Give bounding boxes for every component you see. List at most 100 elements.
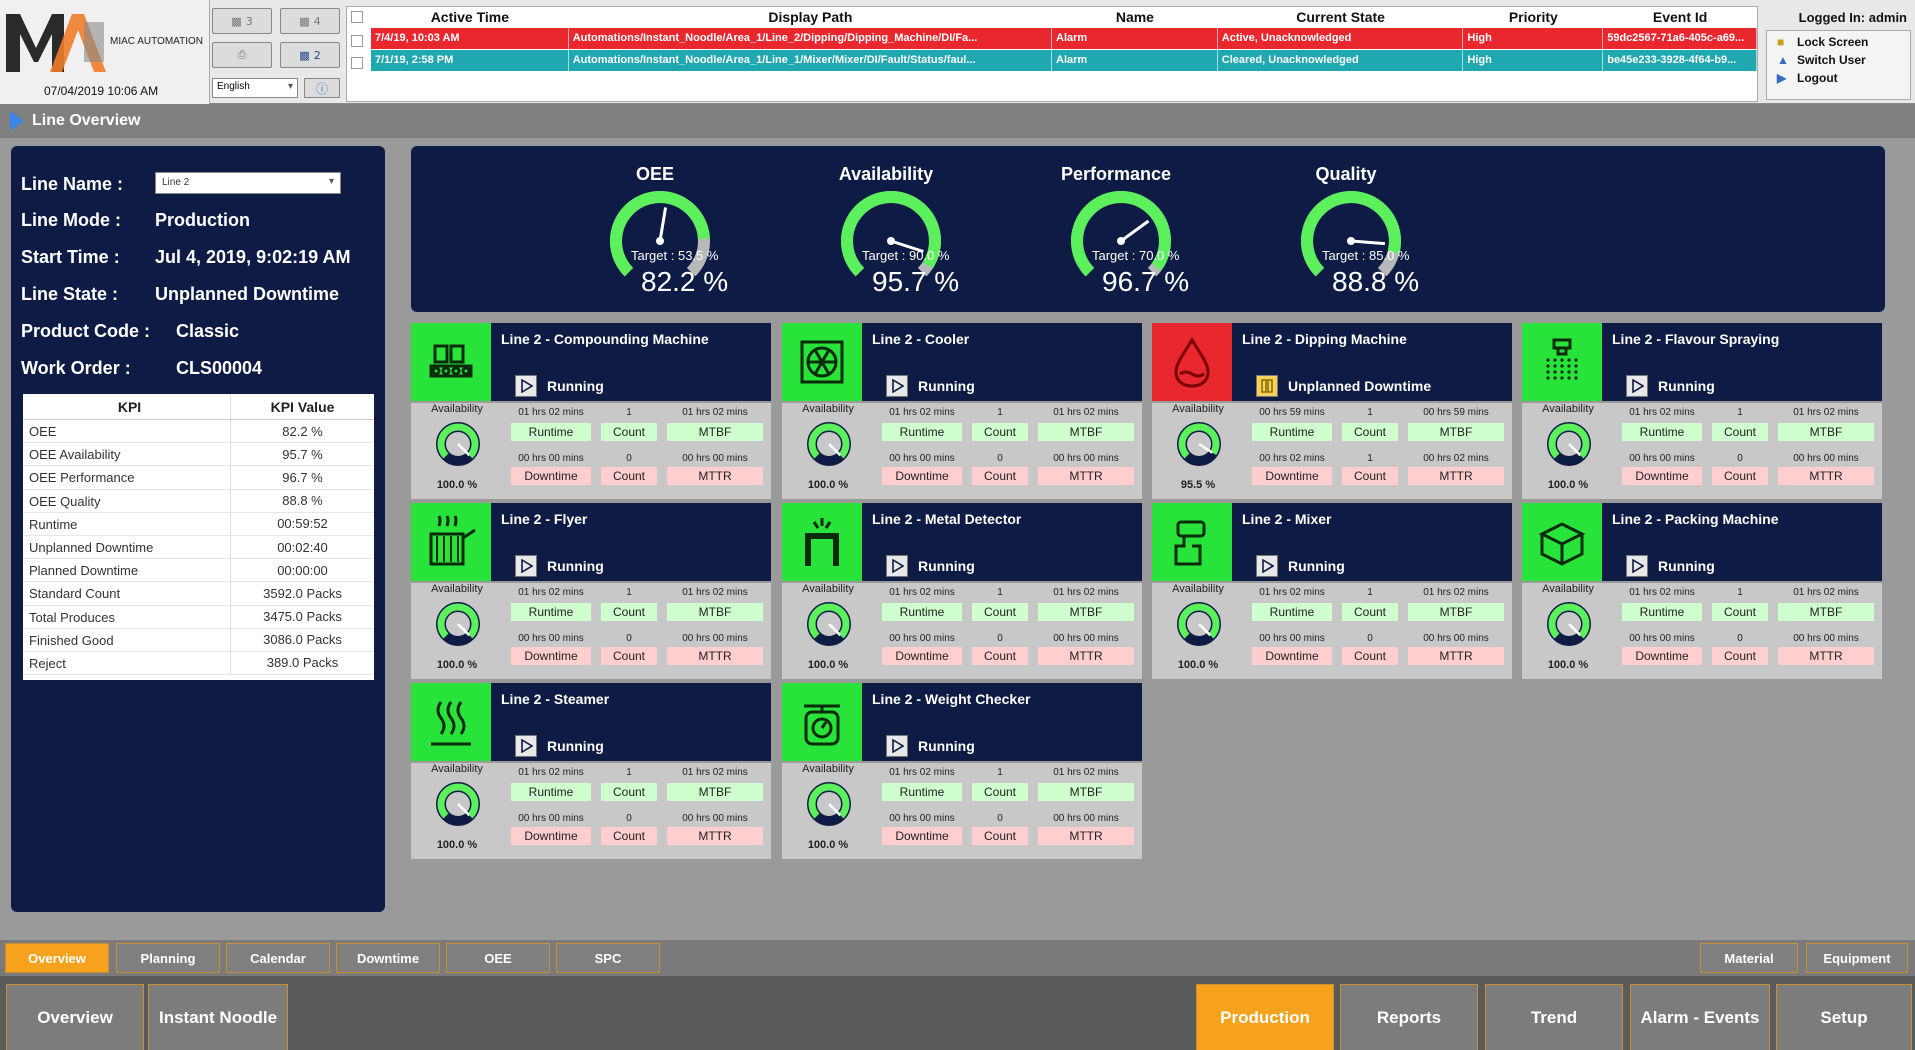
kpi-value: 82.2 % bbox=[282, 423, 323, 439]
col-active-time[interactable]: Active Time bbox=[371, 9, 569, 25]
metric-label-count: Count bbox=[601, 647, 657, 665]
metric-value: 00 hrs 00 mins bbox=[1053, 813, 1119, 824]
nav-instant-noodle[interactable]: Instant Noodle bbox=[148, 984, 288, 1050]
availability-block: Availability 100.0 % bbox=[411, 763, 503, 859]
switch-user-button[interactable]: ▲ Switch User bbox=[1767, 49, 1910, 67]
metric-label-downtime: Downtime bbox=[882, 647, 962, 665]
line-select[interactable]: Line 2 bbox=[155, 172, 341, 194]
alarm-path: Automations/Instant_Noodle/Area_1/Line_2… bbox=[569, 28, 1053, 49]
gauge-value: 82.2 % bbox=[641, 266, 729, 297]
machine-header: Line 2 - Flyer Running bbox=[491, 503, 771, 581]
subtab-spc[interactable]: SPC bbox=[556, 943, 660, 973]
machine-card[interactable]: Line 2 - Weight Checker Running Availabili… bbox=[782, 683, 1142, 859]
nav-overview[interactable]: Overview bbox=[6, 984, 144, 1050]
availability-label: Availability bbox=[802, 403, 854, 415]
availability-value: 100.0 % bbox=[807, 479, 849, 491]
logout-label: Logout bbox=[1797, 71, 1838, 85]
nav-reports[interactable]: Reports bbox=[1340, 984, 1478, 1050]
metric-label-mtbf: MTBF bbox=[667, 603, 763, 621]
availability-block: Availability 100.0 % bbox=[782, 403, 874, 499]
main-nav-bar: Overview Instant Noodle Production Reports T… bbox=[0, 976, 1915, 1050]
metric-label-mtbf: MTBF bbox=[1038, 423, 1134, 441]
nav-trend[interactable]: Trend bbox=[1485, 984, 1623, 1050]
col-display-path[interactable]: Display Path bbox=[569, 9, 1052, 25]
machine-header: Line 2 - Packing Machine Running bbox=[1602, 503, 1882, 581]
metric-value: 01 hrs 02 mins bbox=[1629, 587, 1695, 598]
mixer-icon bbox=[1174, 520, 1206, 566]
metric-value: 00 hrs 00 mins bbox=[682, 453, 748, 464]
machine-icon-tile bbox=[782, 323, 862, 401]
metric-value: 1 bbox=[1367, 407, 1373, 418]
availability-label: Availability bbox=[431, 583, 483, 595]
machine-card[interactable]: Line 2 - Cooler Running Availability 100.0 … bbox=[782, 323, 1142, 499]
play-icon bbox=[515, 555, 537, 577]
subtab-calendar[interactable]: Calendar bbox=[226, 943, 330, 973]
availability-gauge bbox=[1177, 602, 1221, 646]
subtab-overview[interactable]: Overview bbox=[5, 943, 109, 973]
metric-column: 1 Count 0 Count bbox=[1708, 583, 1772, 679]
col-current-state[interactable]: Current State bbox=[1218, 9, 1464, 25]
col-event-id[interactable]: Event Id bbox=[1603, 9, 1757, 25]
nav-setup[interactable]: Setup bbox=[1776, 984, 1912, 1050]
print-button[interactable]: ⎙ bbox=[212, 42, 272, 68]
subtab-planning[interactable]: Planning bbox=[116, 943, 220, 973]
alarm-row-checkbox[interactable] bbox=[351, 57, 363, 69]
alarm-row-checkbox[interactable] bbox=[351, 35, 363, 47]
machine-card[interactable]: Line 2 - Mixer Running Availability 100.0 %… bbox=[1152, 503, 1512, 679]
machine-card[interactable]: Line 2 - Steamer Running Availability 100.0… bbox=[411, 683, 771, 859]
kpi-row: Planned Downtime 00:00:00 bbox=[23, 559, 374, 583]
subtab-downtime[interactable]: Downtime bbox=[336, 943, 440, 973]
machine-card[interactable]: Line 2 - Dipping Machine Unplanned Downti… bbox=[1152, 323, 1512, 499]
col-priority[interactable]: Priority bbox=[1463, 9, 1603, 25]
logout-button[interactable]: ▶ Logout bbox=[1767, 67, 1910, 85]
machine-card[interactable]: Line 2 - Compounding Machine Running Avail… bbox=[411, 323, 771, 499]
alarm-row[interactable]: 7/4/19, 10:03 AM Automations/Instant_Noo… bbox=[371, 28, 1757, 49]
metric-value: 1 bbox=[997, 407, 1003, 418]
machine-status: Running bbox=[886, 555, 975, 577]
metric-column: 01 hrs 02 mins MTBF 00 hrs 00 mins MTTR bbox=[663, 583, 767, 679]
subtab-equipment[interactable]: Equipment bbox=[1806, 943, 1908, 973]
availability-value: 100.0 % bbox=[1547, 479, 1589, 491]
machine-status-label: Running bbox=[547, 378, 604, 394]
product-code-label: Product Code : bbox=[21, 321, 150, 341]
product-code-row: Product Code : Classic bbox=[21, 321, 239, 342]
monitor-2-button[interactable]: ▩ 2 bbox=[280, 42, 340, 68]
monitor-3-button[interactable]: ▩ 3 bbox=[212, 8, 272, 34]
subtab-oee[interactable]: OEE bbox=[446, 943, 550, 973]
metric-value: 0 bbox=[997, 813, 1003, 824]
machine-name: Line 2 - Dipping Machine bbox=[1242, 331, 1407, 347]
machine-card[interactable]: Line 2 - Packing Machine Running Availabil… bbox=[1522, 503, 1882, 679]
metric-label-downtime: Downtime bbox=[1622, 647, 1702, 665]
monitor-3-label: 3 bbox=[245, 14, 253, 28]
nav-alarm-events[interactable]: Alarm - Events bbox=[1630, 984, 1770, 1050]
subtab-material[interactable]: Material bbox=[1700, 943, 1798, 973]
machine-status-label: Running bbox=[1288, 558, 1345, 574]
kpi-row: OEE Quality 88.8 % bbox=[23, 489, 374, 513]
alarm-time: 7/4/19, 10:03 AM bbox=[371, 28, 569, 49]
nav-production[interactable]: Production bbox=[1196, 984, 1334, 1050]
kpi-name: OEE bbox=[23, 420, 231, 443]
machine-card[interactable]: Line 2 - Flyer Running Availability 100.0 %… bbox=[411, 503, 771, 679]
alarm-row[interactable]: 7/1/19, 2:58 PM Automations/Instant_Nood… bbox=[371, 50, 1757, 71]
lock-screen-button[interactable]: ■ Lock Screen bbox=[1767, 31, 1910, 49]
availability-value: 100.0 % bbox=[807, 659, 849, 671]
machine-metrics: Availability 100.0 % 01 hrs 02 mins Runtime… bbox=[782, 763, 1142, 859]
machine-card[interactable]: Line 2 - Flavour Spraying Running Availabi… bbox=[1522, 323, 1882, 499]
metric-value: 0 bbox=[997, 633, 1003, 644]
help-button[interactable]: ⓘ bbox=[304, 78, 340, 98]
metric-value: 00 hrs 00 mins bbox=[1423, 633, 1489, 644]
metric-value: 00 hrs 00 mins bbox=[1053, 453, 1119, 464]
machine-name: Line 2 - Metal Detector bbox=[872, 511, 1022, 527]
monitor-4-button[interactable]: ▩ 4 bbox=[280, 8, 340, 34]
metric-column: 01 hrs 02 mins Runtime 00 hrs 00 mins Downt… bbox=[507, 763, 595, 859]
breadcrumb: Line Overview bbox=[0, 104, 1915, 138]
monitor-icon: ▩ bbox=[231, 14, 242, 28]
metric-value: 1 bbox=[1737, 407, 1743, 418]
machine-card[interactable]: Line 2 - Metal Detector Running Availabili… bbox=[782, 503, 1142, 679]
select-all-checkbox[interactable] bbox=[351, 11, 363, 23]
col-name[interactable]: Name bbox=[1052, 9, 1218, 25]
metric-column: 01 hrs 02 mins Runtime 00 hrs 00 mins Downt… bbox=[1618, 583, 1706, 679]
language-select[interactable]: English bbox=[212, 78, 298, 98]
availability-value: 100.0 % bbox=[1177, 659, 1219, 671]
conveyor-icon bbox=[429, 344, 473, 378]
